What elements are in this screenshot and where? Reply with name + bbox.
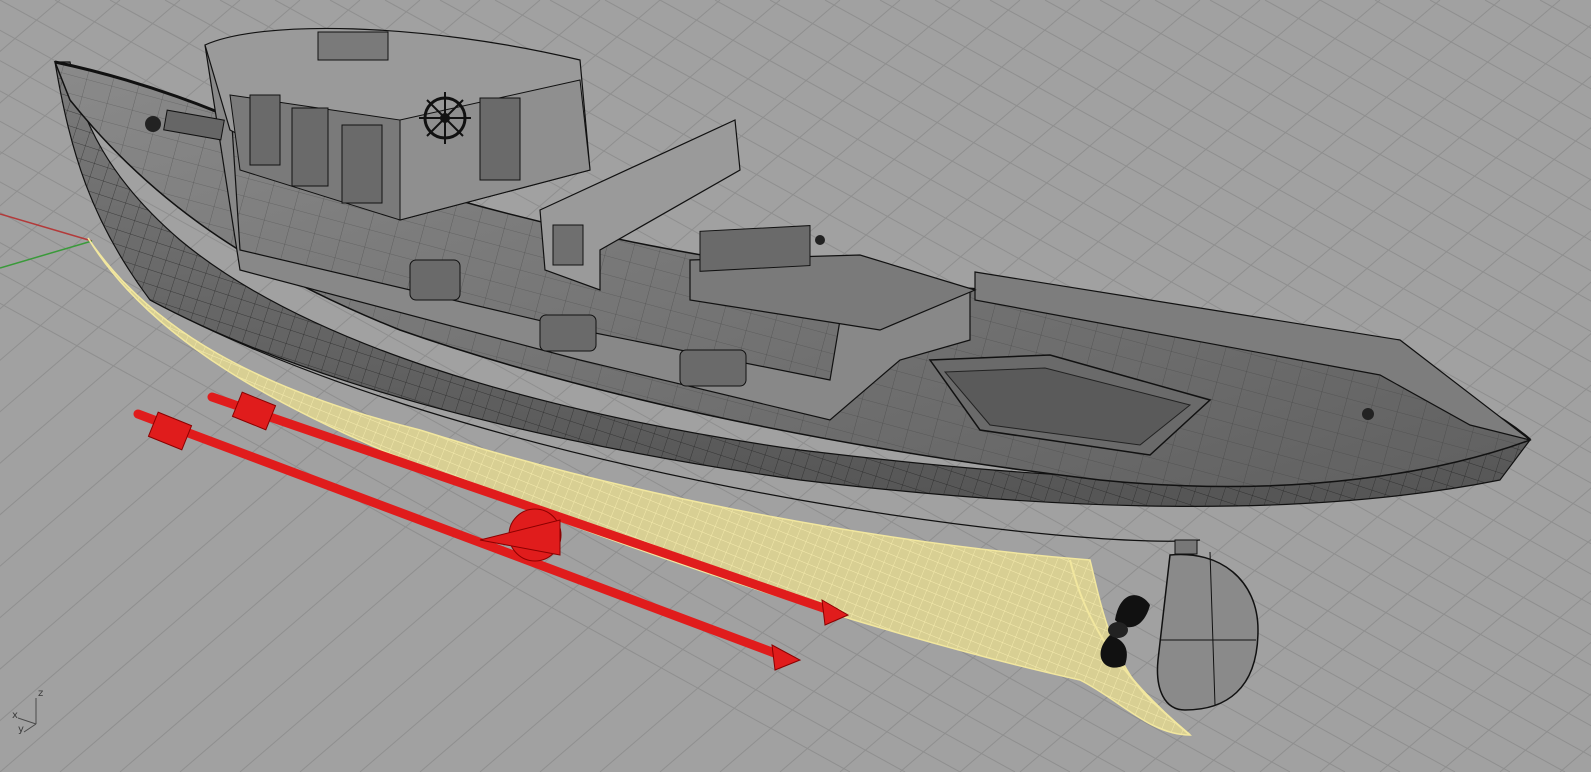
- axis-x-label: x: [12, 710, 18, 721]
- rudder[interactable]: [1156, 539, 1259, 711]
- axis-widget: z x y: [10, 688, 50, 738]
- scene-canvas[interactable]: [0, 0, 1591, 772]
- world-axes: [0, 213, 93, 269]
- grid-line: [1539, 0, 1591, 29]
- axis-y-label: y: [18, 724, 24, 735]
- axis-z-label: z: [38, 688, 44, 699]
- perspective-viewport[interactable]: z x y: [0, 0, 1591, 772]
